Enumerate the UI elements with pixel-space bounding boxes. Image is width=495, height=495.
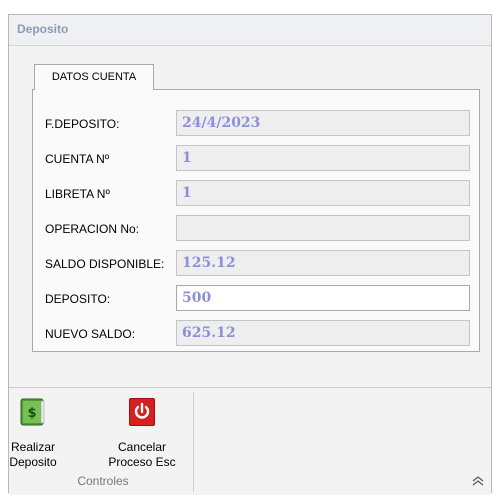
tab-datos-cuenta[interactable]: DATOS CUENTA — [34, 64, 154, 90]
saldo-disponible-field[interactable]: 125.12 — [176, 250, 470, 276]
ribbon-group-controles: $ Realizar Deposito Cancelar Proceso Esc… — [9, 392, 194, 492]
content-area: DATOS CUENTA F.DEPOSITO: 24/4/2023 CUENT… — [9, 46, 491, 387]
realizar-deposito-label: Realizar Deposito — [9, 440, 57, 469]
ribbon: $ Realizar Deposito Cancelar Proceso Esc… — [9, 387, 491, 495]
money-book-icon: $ — [20, 398, 46, 426]
collapse-ribbon-icon[interactable] — [471, 475, 485, 487]
operacion-field[interactable] — [176, 215, 470, 241]
deposito-label: DEPOSITO: — [45, 292, 111, 306]
svg-text:$: $ — [27, 406, 36, 421]
tab-label: DATOS CUENTA — [51, 71, 137, 83]
nuevo-saldo-label: NUEVO SALDO: — [45, 327, 136, 341]
deposito-field[interactable]: 500 — [176, 285, 470, 311]
deposito-window: Deposito DATOS CUENTA F.DEPOSITO: 24/4/2… — [8, 14, 492, 495]
background-window-strip — [0, 0, 495, 14]
cuenta-field[interactable]: 1 — [176, 145, 470, 171]
fecha-deposito-label: F.DEPOSITO: — [45, 117, 120, 131]
cuenta-label: CUENTA Nº — [45, 152, 110, 166]
nuevo-saldo-field[interactable]: 625.12 — [176, 320, 470, 346]
fecha-deposito-field[interactable]: 24/4/2023 — [176, 110, 470, 136]
saldo-disponible-label: SALDO DISPONIBLE: — [45, 257, 165, 271]
libreta-field[interactable]: 1 — [176, 180, 470, 206]
cancelar-proceso-button[interactable]: Cancelar Proceso Esc — [93, 398, 176, 474]
title-bar[interactable]: Deposito — [9, 15, 491, 46]
cancelar-proceso-label: Cancelar Proceso Esc — [108, 440, 176, 469]
tab-panel-datos-cuenta: F.DEPOSITO: 24/4/2023 CUENTA Nº 1 LIBRET… — [32, 89, 480, 352]
ribbon-group-label: Controles — [77, 474, 129, 488]
power-icon — [129, 398, 155, 426]
libreta-label: LIBRETA Nº — [45, 187, 110, 201]
window-title: Deposito — [17, 22, 69, 36]
operacion-label: OPERACION No: — [45, 222, 140, 236]
realizar-deposito-button[interactable]: $ Realizar Deposito — [9, 398, 93, 474]
